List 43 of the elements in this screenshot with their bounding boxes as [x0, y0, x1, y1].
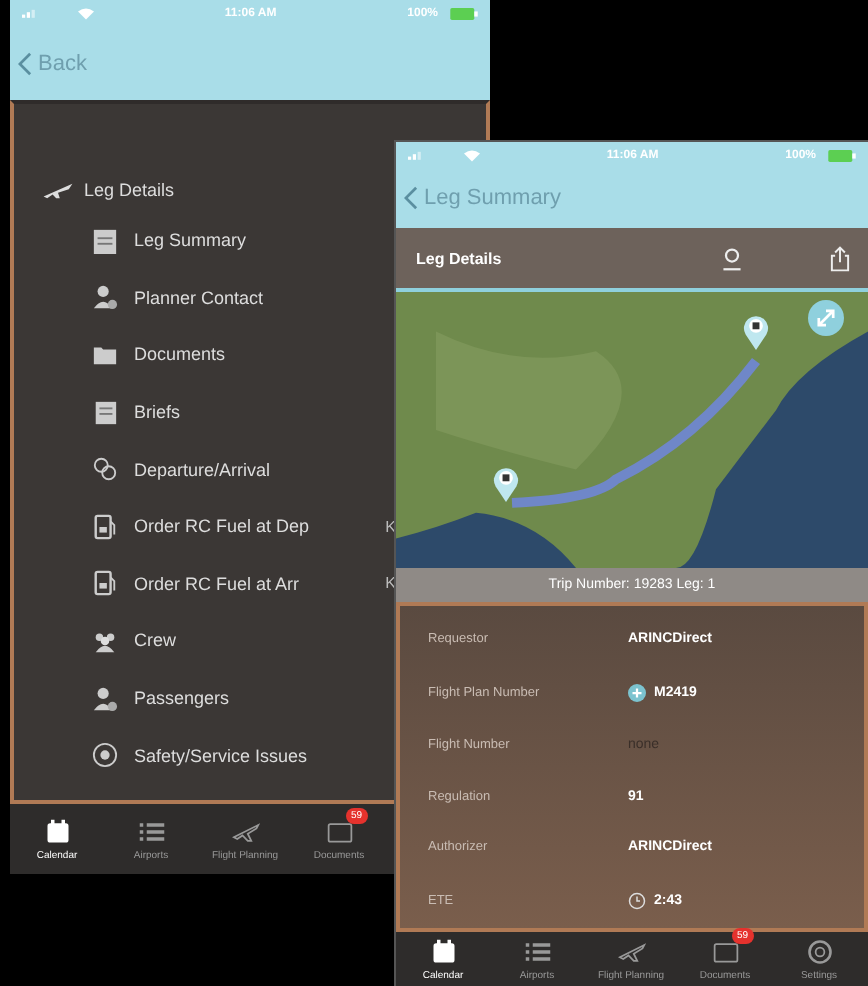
airplane-icon	[42, 181, 74, 199]
menu-item[interactable]: Order RC Fuel at Arr	[92, 570, 300, 597]
calendar-icon	[43, 817, 71, 845]
person-icon	[92, 685, 118, 712]
signal-icon	[408, 150, 424, 160]
chevron-left-icon	[404, 186, 418, 210]
menu-item[interactable]: Crew	[92, 627, 177, 654]
battery-icon	[828, 149, 856, 161]
target-icon	[92, 742, 118, 769]
signal-icon	[22, 8, 38, 18]
map-pin-icon[interactable]	[742, 312, 770, 350]
tablet-icon	[711, 938, 739, 966]
fuel-pump-icon	[92, 513, 118, 540]
calendar-icon	[429, 938, 457, 966]
chevron-left-icon	[18, 51, 32, 75]
menu-item[interactable]: Passengers	[92, 685, 230, 712]
settings-icon	[805, 938, 833, 966]
clock-icon	[628, 891, 646, 910]
battery-icon	[450, 7, 478, 19]
menu-item[interactable]: Leg Summary	[92, 227, 247, 254]
person-icon	[92, 284, 118, 311]
airplane-icon	[617, 938, 645, 966]
clipboard-icon	[92, 227, 118, 254]
circles-icon	[92, 456, 118, 483]
document-icon	[92, 399, 118, 426]
share-icon[interactable]	[828, 245, 852, 271]
list-icon	[523, 938, 551, 966]
wifi-icon	[464, 149, 480, 161]
menu-section-header[interactable]: Leg Details	[42, 168, 175, 212]
menu-item[interactable]: Order RC Fuel at Dep	[92, 513, 310, 540]
menu-item[interactable]: Departure/Arrival	[92, 456, 271, 483]
list-icon	[137, 817, 165, 845]
menu-item[interactable]: Briefs	[92, 399, 181, 426]
menu-item[interactable]: Planner Contact	[92, 284, 264, 311]
tablet-icon	[325, 817, 353, 845]
header-title: Leg Details	[416, 249, 504, 267]
plus-icon[interactable]	[628, 683, 646, 702]
menu-item[interactable]: Documents	[92, 341, 226, 368]
wifi-icon	[78, 7, 94, 19]
menu-item[interactable]: Safety/Service Issues	[92, 742, 308, 769]
expand-icon[interactable]	[808, 300, 844, 336]
fuel-pump-icon	[92, 570, 118, 597]
map-pin-icon[interactable]	[492, 464, 520, 502]
